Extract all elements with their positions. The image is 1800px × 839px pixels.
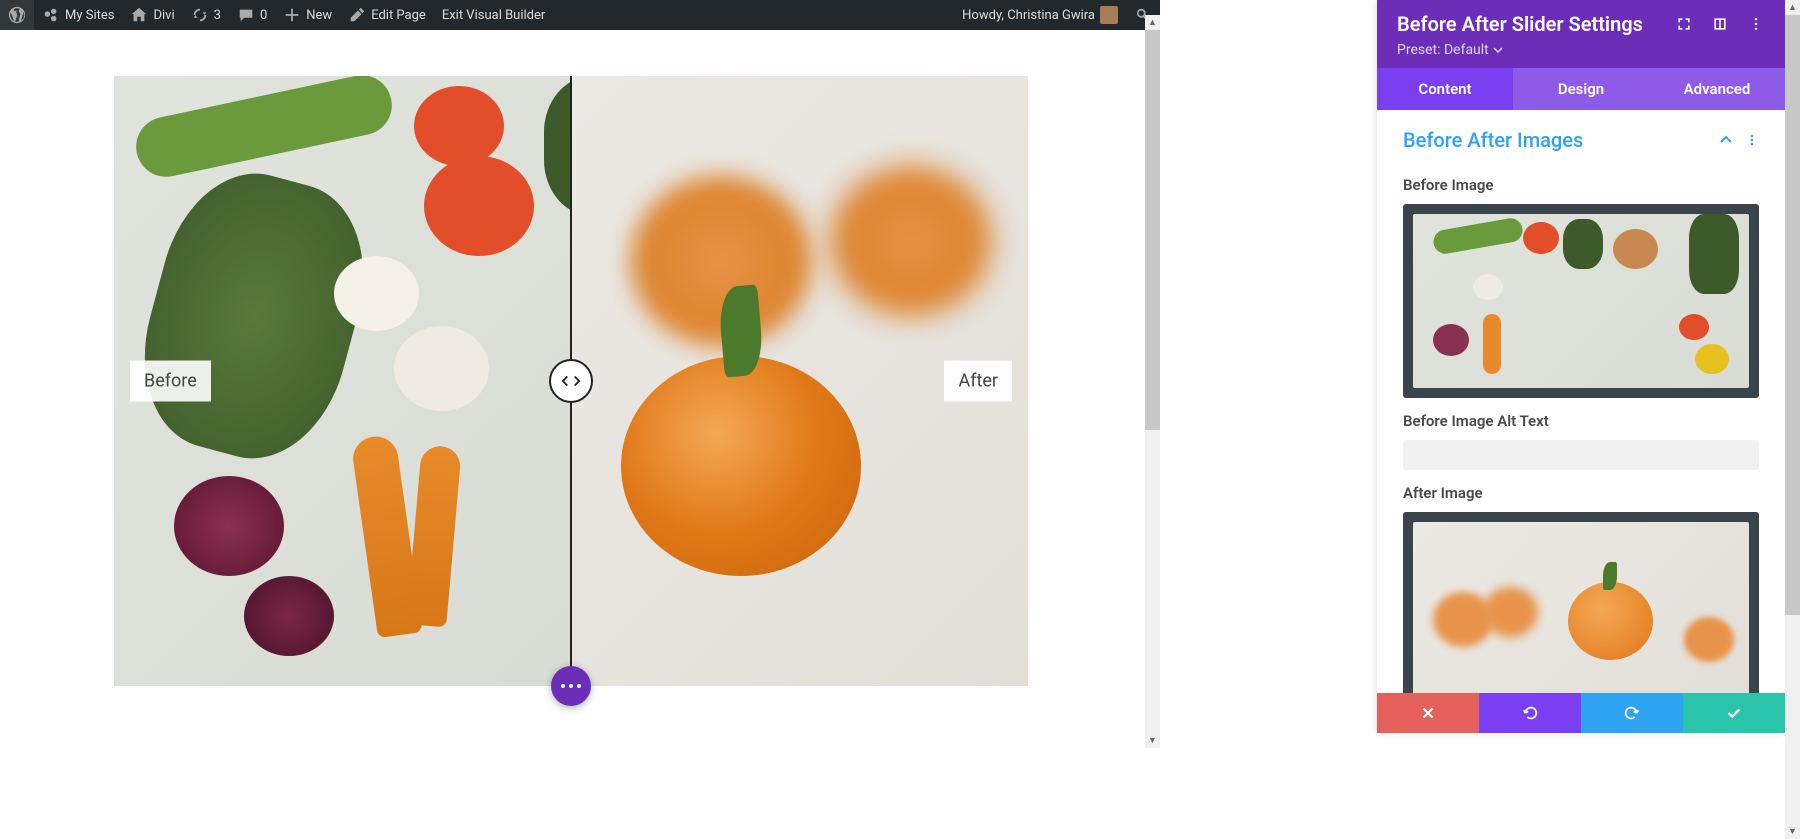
- scroll-up-icon[interactable]: ▲: [1145, 15, 1160, 30]
- comments-count: 0: [260, 8, 267, 23]
- chevron-left-icon: [561, 374, 570, 388]
- avatar: [1100, 6, 1118, 24]
- new-label: New: [306, 8, 332, 23]
- account-menu[interactable]: Howdy, Christina Gwira: [954, 0, 1126, 30]
- updates-menu[interactable]: 3: [183, 0, 229, 30]
- before-alt-input[interactable]: [1403, 440, 1759, 470]
- exit-visual-builder[interactable]: Exit Visual Builder: [434, 0, 553, 30]
- before-after-slider-module[interactable]: Before After: [114, 76, 1028, 686]
- home-icon: [130, 6, 148, 24]
- scroll-down-icon[interactable]: ▼: [1145, 733, 1160, 748]
- after-image-field-label: After Image: [1403, 484, 1759, 502]
- undo-button[interactable]: [1479, 693, 1581, 733]
- panel-title: Before After Slider Settings: [1397, 12, 1657, 36]
- before-image-field-label: Before Image: [1403, 176, 1759, 194]
- comment-icon: [237, 6, 255, 24]
- scroll-down-icon[interactable]: ▼: [1785, 824, 1800, 839]
- tab-content[interactable]: Content: [1377, 68, 1513, 110]
- panel-more-button[interactable]: [1747, 15, 1765, 33]
- chevron-right-icon: [572, 374, 581, 388]
- edit-page-menu[interactable]: Edit Page: [340, 0, 434, 30]
- tab-design[interactable]: Design: [1513, 68, 1649, 110]
- updates-count: 3: [214, 8, 221, 23]
- module-settings-panel: Before After Slider Settings Preset: Def…: [1377, 0, 1785, 733]
- wp-logo-menu[interactable]: [0, 0, 34, 30]
- new-content-menu[interactable]: New: [275, 0, 340, 30]
- expand-panel-button[interactable]: [1675, 15, 1693, 33]
- scroll-up-icon[interactable]: ▲: [1785, 0, 1800, 15]
- scrollbar-thumb[interactable]: [1785, 15, 1800, 615]
- update-icon: [191, 6, 209, 24]
- panel-body[interactable]: Before After Images Before Image: [1377, 110, 1785, 733]
- after-label: After: [944, 361, 1012, 402]
- before-label: Before: [130, 361, 211, 402]
- site-name-menu[interactable]: Divi: [122, 0, 182, 30]
- panel-footer: [1377, 693, 1785, 733]
- snap-panel-button[interactable]: [1711, 15, 1729, 33]
- after-image-picker[interactable]: [1403, 512, 1759, 706]
- scrollbar-thumb[interactable]: [1145, 30, 1160, 430]
- section-options-icon[interactable]: [1745, 133, 1759, 147]
- save-button[interactable]: [1683, 693, 1785, 733]
- canvas-scrollbar[interactable]: ▲ ▼: [1145, 30, 1160, 733]
- section-before-after-images[interactable]: Before After Images: [1403, 124, 1759, 162]
- howdy-text: Howdy, Christina Gwira: [962, 8, 1095, 23]
- tab-advanced[interactable]: Advanced: [1649, 68, 1785, 110]
- redo-button[interactable]: [1581, 693, 1683, 733]
- module-actions-fab[interactable]: [551, 666, 591, 706]
- chevron-down-icon: [1493, 47, 1503, 53]
- cancel-button[interactable]: [1377, 693, 1479, 733]
- page-canvas[interactable]: Before After: [0, 30, 1145, 839]
- plus-icon: [283, 6, 301, 24]
- multisite-icon: [42, 6, 60, 24]
- my-sites-menu[interactable]: My Sites: [34, 0, 122, 30]
- wordpress-icon: [8, 6, 26, 24]
- before-alt-field-label: Before Image Alt Text: [1403, 412, 1759, 430]
- section-title: Before After Images: [1403, 128, 1583, 152]
- site-name-label: Divi: [153, 8, 174, 23]
- preset-label: Preset: Default: [1397, 42, 1489, 58]
- before-image-picker[interactable]: [1403, 204, 1759, 398]
- slider-handle[interactable]: [549, 359, 593, 403]
- my-sites-label: My Sites: [65, 8, 114, 23]
- preset-dropdown[interactable]: Preset: Default: [1397, 42, 1765, 58]
- comments-menu[interactable]: 0: [229, 0, 275, 30]
- chevron-up-icon: [1719, 133, 1733, 147]
- panel-header: Before After Slider Settings Preset: Def…: [1377, 0, 1785, 68]
- panel-scrollbar[interactable]: ▲ ▼: [1785, 0, 1800, 839]
- wp-admin-bar: My Sites Divi 3 0 New Edit Page: [0, 0, 1160, 30]
- exit-vb-label: Exit Visual Builder: [442, 8, 545, 23]
- edit-page-label: Edit Page: [371, 8, 426, 23]
- panel-tabs: Content Design Advanced: [1377, 68, 1785, 110]
- pencil-icon: [348, 6, 366, 24]
